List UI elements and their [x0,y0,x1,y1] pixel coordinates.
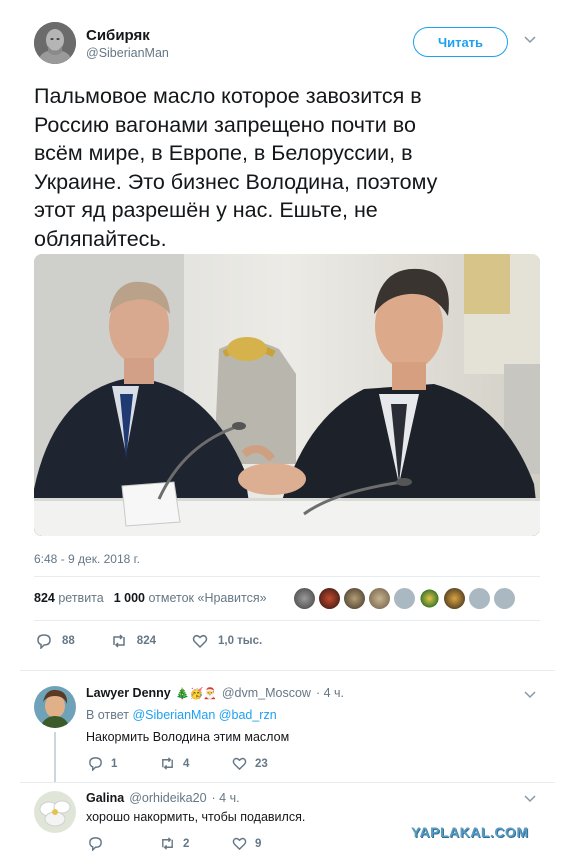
liker-avatar[interactable] [294,588,315,609]
tweet-text-line: этот яд разрешён у нас. Ешьте, не [34,198,378,222]
in-reply-to: В ответ @SiberianMan @bad_rzn [86,708,277,722]
liker-avatar[interactable] [369,588,390,609]
reply-icon [89,837,102,851]
tweet-text-line: Украине. Это бизнес Володина, поэтому [34,169,438,194]
likes-count: 1 000 [113,591,145,605]
liker-avatar[interactable] [419,588,440,609]
retweets-stat[interactable]: 824 ретвита [34,591,104,605]
divider [34,620,540,621]
retweets-label: ретвита [58,591,104,605]
author-avatar[interactable] [34,22,76,64]
likes-stat[interactable]: 1 000 отметок «Нравится» [114,591,267,605]
heart-icon [232,837,247,851]
reply-avatar[interactable] [34,686,76,728]
retweet-icon [162,757,173,770]
reply-author-name[interactable]: Lawyer Denny [86,686,171,700]
reply-text: хорошо накормить, чтобы подавился. [86,810,306,824]
tweet-text: Пальмовое масло которое завозится в Росс… [34,82,534,253]
reply-icon [37,634,51,649]
reply-count: 88 [62,635,75,647]
liker-avatar[interactable] [469,588,490,609]
heart-icon [192,634,208,649]
like-button[interactable]: 9 [232,836,304,851]
divider [20,782,555,783]
thread-line [54,732,56,782]
reply-time[interactable]: · 4 ч. [316,686,344,700]
like-count: 1,0 тыс. [217,635,263,647]
in-reply-users[interactable]: @SiberianMan @bad_rzn [132,708,276,722]
watermark: YAPLAKAL.COM [411,824,529,840]
retweet-icon [162,837,173,850]
reply-header: Lawyer Denny 🎄🥳🎅 @dvm_Moscow · 4 ч. [86,686,344,700]
divider [34,576,540,577]
reply-count: 1 [111,757,118,770]
author-handle[interactable]: @SiberianMan [86,46,169,60]
tweet-text-line: всём мире, в Европе, в Белоруссии, в [34,141,413,165]
retweet-button[interactable]: 4 [160,756,232,771]
tweet-text-line: Россию вагонами запрещено почти во [34,112,416,137]
tweet-text-line: обляпайтесь. [34,226,167,251]
tweet-stats: 824 ретвита 1 000 отметок «Нравится» [34,591,267,605]
follow-button[interactable]: Читать [413,27,508,57]
tweet-text-line: Пальмовое масло которое завозится в [34,84,422,108]
liker-avatar[interactable] [494,588,515,609]
reply-icon [89,757,102,771]
retweet-icon [113,634,125,648]
reply-author-name[interactable]: Galina [86,791,124,805]
retweets-count: 824 [34,591,55,605]
reply-actions: 2 9 [88,836,304,851]
reply-actions: 1 4 23 [88,756,304,771]
chevron-down-icon[interactable] [524,690,536,700]
retweet-button[interactable]: 2 [160,836,232,851]
tweet-timestamp[interactable]: 6:48 - 9 дек. 2018 г. [34,552,140,566]
tweet-actions: 88 824 1,0 тыс. [36,633,298,649]
reply-button[interactable]: 88 [36,633,75,649]
tweet-photo[interactable] [34,254,540,536]
retweet-button[interactable]: 824 [111,633,156,649]
name-emojis: 🎄🥳🎅 [175,688,217,700]
retweet-count: 824 [136,635,156,647]
like-count: 23 [255,757,268,770]
chevron-down-icon[interactable] [524,35,536,45]
like-button[interactable]: 23 [232,756,304,771]
likes-label: отметок «Нравится» [148,591,267,605]
like-count: 9 [255,837,262,850]
retweet-count: 4 [183,757,190,770]
reply-button[interactable]: 1 [88,756,160,771]
retweet-count: 2 [183,837,190,850]
reply-author-handle[interactable]: @dvm_Moscow [222,686,311,700]
author-name[interactable]: Сибиряк [86,27,150,44]
reply-avatar[interactable] [34,791,76,833]
reply-text: Накормить Володина этим маслом [86,730,290,744]
heart-icon [232,757,247,771]
liker-avatar[interactable] [319,588,340,609]
chevron-down-icon[interactable] [524,794,536,804]
reply-header: Galina @orhideika20 · 4 ч. [86,791,240,805]
likers-avatars [294,588,515,609]
reply-author-handle[interactable]: @orhideika20 [129,791,206,805]
reply-button[interactable] [88,836,160,851]
liker-avatar[interactable] [344,588,365,609]
liker-avatar[interactable] [444,588,465,609]
divider [20,670,555,671]
reply-time[interactable]: · 4 ч. [212,791,240,805]
in-reply-prefix: В ответ [86,708,129,722]
like-button[interactable]: 1,0 тыс. [192,633,262,649]
liker-avatar[interactable] [394,588,415,609]
